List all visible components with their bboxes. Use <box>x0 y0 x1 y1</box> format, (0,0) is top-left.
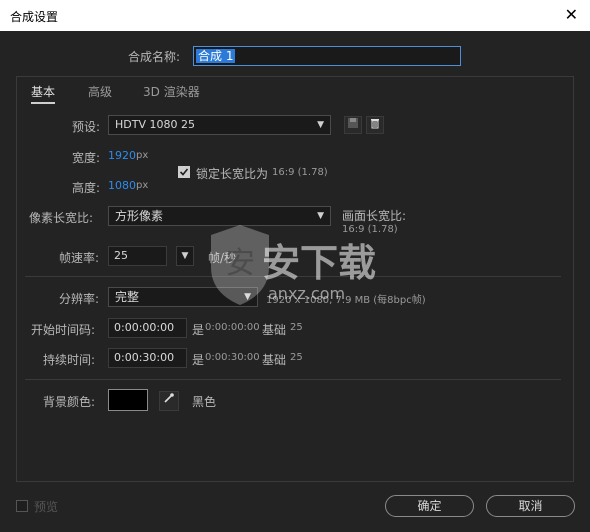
trash-icon[interactable] <box>366 116 384 134</box>
ok-button[interactable]: 确定 <box>385 495 474 517</box>
pixel-aspect-label: 像素长宽比: <box>29 211 94 225</box>
width-value[interactable]: 1920 <box>108 149 136 162</box>
duration-base-value: 25 <box>290 352 303 363</box>
frame-rate-input[interactable]: 25 <box>108 246 167 266</box>
duration-base-label: 基础 <box>262 353 287 367</box>
comp-name-value: 合成 1 <box>196 49 236 63</box>
eyedropper-icon[interactable] <box>159 391 179 411</box>
start-is-label: 是 <box>192 323 205 337</box>
frame-rate-label: 帧速率: <box>59 251 100 265</box>
resolution-label: 分辨率: <box>59 292 100 306</box>
preset-value: HDTV 1080 25 <box>115 118 195 131</box>
watermark-text: 安下载 <box>262 241 377 285</box>
tab-advanced[interactable]: 高级 <box>88 83 112 100</box>
preset-dropdown[interactable]: HDTV 1080 25 ▼ <box>108 115 331 135</box>
tab-basic[interactable]: 基本 <box>31 83 56 104</box>
width-label: 宽度: <box>72 151 101 165</box>
close-icon[interactable]: ✕ <box>565 5 578 24</box>
start-is-value: 0:00:00:00 <box>205 322 260 333</box>
start-timecode-label: 开始时间码: <box>31 323 96 337</box>
preview-checkbox[interactable] <box>16 500 28 512</box>
duration-label: 持续时间: <box>43 353 96 367</box>
height-value[interactable]: 1080 <box>108 179 136 192</box>
start-base-value: 25 <box>290 322 303 333</box>
chevron-down-icon: ▼ <box>317 120 324 130</box>
lock-aspect-label: 锁定长宽比为 <box>196 167 269 181</box>
save-preset-icon[interactable] <box>344 116 362 134</box>
height-unit: px <box>136 180 149 191</box>
lock-aspect-ratio: 16:9 (1.78) <box>272 167 328 178</box>
start-timecode-input[interactable]: 0:00:00:00 <box>108 318 187 338</box>
lock-aspect-checkbox[interactable] <box>178 166 190 178</box>
duration-is-value: 0:00:30:00 <box>205 352 260 363</box>
resolution-value: 完整 <box>115 290 140 304</box>
watermark-sub: anxz.com <box>268 284 346 303</box>
tab-3d-renderer[interactable]: 3D 渲染器 <box>143 83 200 100</box>
height-label: 高度: <box>72 181 101 195</box>
bg-color-label: 背景颜色: <box>43 395 96 409</box>
preset-label: 预设: <box>72 120 101 134</box>
duration-input[interactable]: 0:00:30:00 <box>108 348 187 368</box>
title-bar: 合成设置 ✕ <box>0 0 590 31</box>
bg-color-swatch[interactable] <box>108 389 148 411</box>
bg-color-name: 黑色 <box>192 395 217 409</box>
cancel-button[interactable]: 取消 <box>486 495 575 517</box>
frame-aspect-label: 画面长宽比: <box>342 209 407 223</box>
start-base-label: 基础 <box>262 323 287 337</box>
window-title: 合成设置 <box>10 10 59 24</box>
chevron-down-icon[interactable]: ▼ <box>176 246 194 266</box>
comp-name-label: 合成名称: <box>128 50 181 64</box>
divider <box>25 379 561 380</box>
chevron-down-icon: ▼ <box>317 211 324 221</box>
svg-text:安: 安 <box>225 246 255 281</box>
width-unit: px <box>136 150 149 161</box>
comp-name-field[interactable]: 合成 1 <box>193 46 461 66</box>
pixel-aspect-value: 方形像素 <box>115 209 164 223</box>
preview-label: 预览 <box>34 500 59 514</box>
duration-is-label: 是 <box>192 353 205 367</box>
